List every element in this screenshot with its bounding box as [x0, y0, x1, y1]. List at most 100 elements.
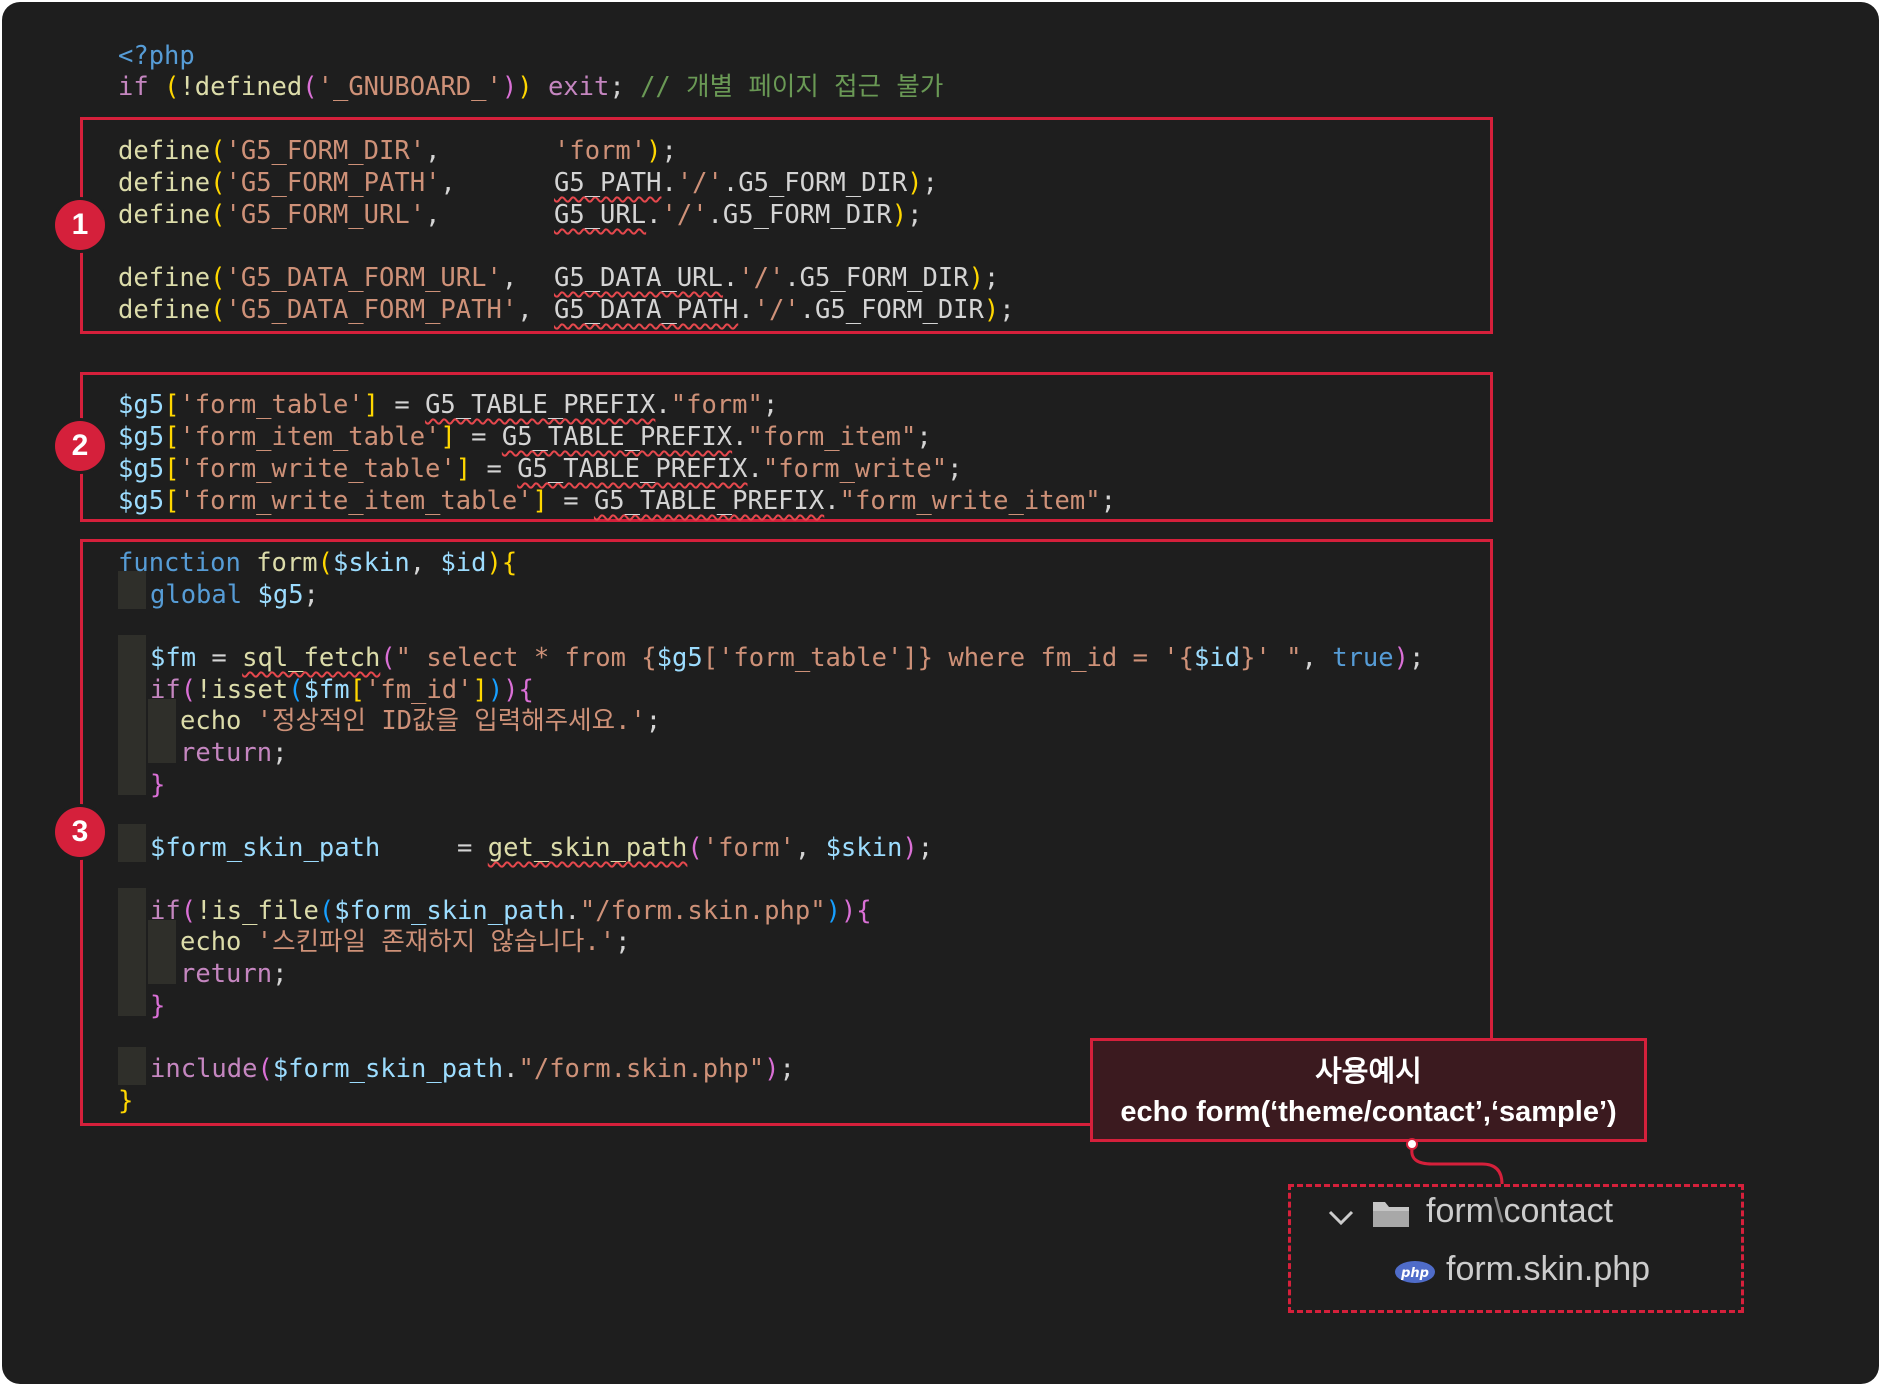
- define-fn: define: [118, 263, 211, 293]
- echo-keyword: echo: [180, 706, 242, 736]
- is-file-fn: !is_file: [196, 896, 319, 926]
- define-base: G5_DATA_PATH: [554, 295, 739, 325]
- path-separator: '/': [676, 168, 723, 198]
- php-file-icon-label: php: [1400, 1266, 1429, 1281]
- define-base: G5_DATA_URL: [554, 263, 723, 293]
- folder-icon: [1373, 1202, 1409, 1227]
- table-prefix: G5_TABLE_PREFIX: [425, 390, 656, 420]
- table-prefix: G5_TABLE_PREFIX: [517, 454, 748, 484]
- skin-file: "/form.skin.php": [579, 896, 826, 926]
- define-fn: define: [118, 295, 211, 325]
- folder-name: form: [1426, 1192, 1494, 1230]
- global-var: $g5: [257, 580, 304, 610]
- query-part: ]} where fm_id = '{: [902, 643, 1195, 673]
- isset-fn: !isset: [196, 675, 289, 705]
- indent-guide: [118, 824, 146, 862]
- query-part: }' ": [1240, 643, 1302, 673]
- path-separator: '/': [661, 200, 708, 230]
- define-fn: define: [118, 200, 211, 230]
- query-key: 'form_table': [718, 643, 903, 673]
- if-keyword: if: [150, 896, 181, 926]
- closing-brace: }: [118, 1086, 134, 1116]
- chevron-down-icon[interactable]: [1327, 1208, 1355, 1228]
- indent-guide: [118, 635, 146, 795]
- skin-path-var: $form_skin_path: [334, 896, 565, 926]
- function-keyword: function: [118, 548, 241, 578]
- define-fn: define: [118, 168, 211, 198]
- path-separator: '/': [753, 295, 800, 325]
- define-dir: G5_FORM_DIR: [722, 200, 892, 230]
- skin-path-var: $form_skin_path: [150, 833, 381, 863]
- invalid-id-message: '정상적인 ID값을 입력해주세요.': [256, 706, 646, 736]
- no-skin-message: '스킨파일 존재하지 않습니다.': [256, 927, 616, 957]
- skin-path-var: $form_skin_path: [272, 1054, 504, 1084]
- path-separator: '/': [738, 263, 785, 293]
- define-line: define('G5_DATA_FORM_PATH', G5_DATA_PATH.…: [118, 295, 1015, 325]
- skin-type: 'form': [702, 833, 795, 863]
- if-keyword: if: [118, 72, 149, 102]
- true-keyword: true: [1332, 643, 1394, 673]
- query-var: $g5: [656, 643, 703, 673]
- closing-brace: }: [150, 991, 166, 1021]
- skin-file: "/form.skin.php": [518, 1054, 765, 1084]
- callout-title: 사용예시: [1315, 1056, 1422, 1088]
- usage-example-callout: 사용예시 echo form(‘theme/contact’,‘sample’): [1090, 1038, 1647, 1142]
- code-line-guard: if (!defined('_GNUBOARD_')) exit; // 개별 …: [118, 72, 944, 102]
- sql-fetch-fn: sql_fetch: [242, 643, 381, 673]
- fm-var: $fm: [303, 675, 350, 705]
- return-line: return;: [180, 959, 288, 989]
- function-name: form: [256, 548, 318, 578]
- closing-brace: }: [150, 770, 166, 800]
- table-value: "form_write": [762, 454, 948, 484]
- indent-guide: [118, 1047, 146, 1085]
- g5-var: $g5: [118, 486, 165, 516]
- skin-path-line: $form_skin_path = get_skin_path('form', …: [150, 833, 934, 863]
- return-keyword: return: [180, 738, 273, 768]
- table-key: 'form_table': [179, 390, 364, 420]
- table-value: "form_write_item": [839, 486, 1101, 516]
- define-name: 'G5_FORM_DIR': [225, 136, 426, 166]
- define-name: 'G5_FORM_URL': [225, 200, 426, 230]
- define-base: G5_PATH: [554, 168, 662, 198]
- subfolder-name: contact: [1503, 1192, 1614, 1230]
- fm-var: $fm: [150, 643, 197, 673]
- query-var: $id: [1194, 643, 1241, 673]
- defined-fn: !defined: [179, 72, 303, 102]
- global-line: global $g5;: [150, 580, 319, 610]
- define-fn: define: [118, 136, 211, 166]
- section-3-badge: 3: [55, 807, 105, 857]
- query-part: " select * from {: [395, 643, 657, 673]
- param-skin: $skin: [332, 548, 410, 578]
- include-line: include($form_skin_path."/form.skin.php"…: [150, 1054, 795, 1084]
- table-key: 'form_write_table': [179, 454, 456, 484]
- define-dir: G5_FORM_DIR: [815, 295, 984, 325]
- if-keyword: if: [150, 675, 181, 705]
- define-dir: G5_FORM_DIR: [799, 263, 969, 293]
- return-keyword: return: [180, 959, 273, 989]
- param-id: $id: [440, 548, 487, 578]
- code-editor: <?php if (!defined('_GNUBOARD_')) exit; …: [2, 2, 1879, 1384]
- guard-comment: // 개별 페이지 접근 불가: [640, 72, 944, 102]
- php-file-icon: php: [1395, 1261, 1435, 1283]
- exit-keyword: exit: [547, 72, 610, 102]
- define-line: define('G5_FORM_URL', G5_URL.'/'.G5_FORM_…: [118, 200, 923, 230]
- define-value: 'form': [554, 136, 647, 166]
- table-prefix: G5_TABLE_PREFIX: [593, 486, 825, 516]
- gnuboard-const: '_GNUBOARD_': [317, 72, 502, 102]
- table-prefix: G5_TABLE_PREFIX: [501, 422, 733, 452]
- g5-var: $g5: [118, 422, 165, 452]
- include-keyword: include: [150, 1054, 258, 1084]
- define-name: 'G5_DATA_FORM_PATH': [225, 295, 518, 325]
- file-name[interactable]: form.skin.php: [1446, 1250, 1650, 1289]
- table-value: "form": [670, 390, 763, 420]
- define-name: 'G5_DATA_FORM_URL': [225, 263, 502, 293]
- file-explorer-panel: form\contact php form.skin.php: [1288, 1184, 1744, 1313]
- g5-var: $g5: [118, 390, 165, 420]
- section-2-badge: 2: [55, 421, 105, 471]
- php-open-tag: <?php: [118, 41, 195, 71]
- return-line: return;: [180, 738, 288, 768]
- folder-path[interactable]: form\contact: [1426, 1192, 1613, 1231]
- get-skin-path-fn: get_skin_path: [487, 833, 688, 863]
- define-name: 'G5_FORM_PATH': [225, 168, 441, 198]
- table-value: "form_item": [747, 422, 917, 452]
